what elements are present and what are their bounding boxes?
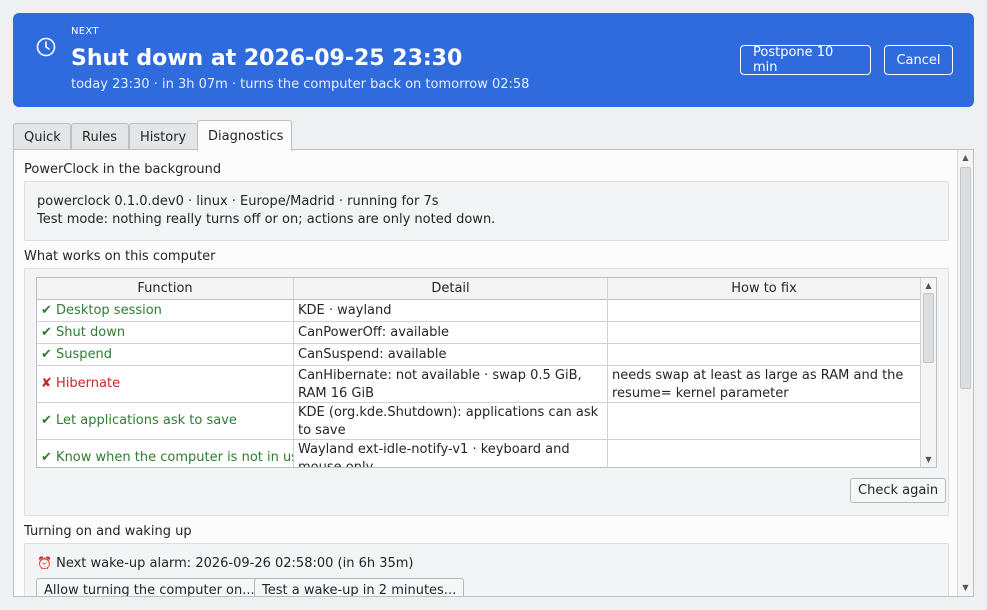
tab-history[interactable]: History [129, 123, 198, 150]
wake-box: ⏰ Next wake-up alarm: 2026-09-26 02:58:0… [24, 543, 949, 596]
function-cell: ✔ Know when the computer is not in use [37, 440, 294, 467]
table-scroll-thumb[interactable] [923, 293, 934, 363]
fix-cell [608, 322, 921, 343]
next-action-banner: NEXT Shut down at 2026-09-25 23:30 today… [13, 13, 974, 107]
scroll-down-arrow-icon[interactable]: ▼ [958, 581, 973, 595]
scroll-down-arrow-icon[interactable]: ▼ [921, 453, 936, 466]
scroll-up-arrow-icon[interactable]: ▲ [921, 279, 936, 292]
detail-cell: CanPowerOff: available [294, 322, 608, 343]
table-row[interactable]: ✔ Suspend CanSuspend: available [37, 344, 921, 366]
cancel-button[interactable]: Cancel [884, 45, 953, 75]
test-wakeup-button[interactable]: Test a wake-up in 2 minutes... [254, 578, 465, 596]
background-info-box: powerclock 0.1.0.dev0 · linux · Europe/M… [24, 181, 949, 241]
table-scrollbar[interactable]: ▲ ▼ [920, 278, 936, 467]
tab-rules[interactable]: Rules [71, 123, 129, 150]
check-again-button[interactable]: Check again [850, 478, 947, 503]
panel-scrollbar[interactable]: ▲ ▼ [957, 150, 973, 596]
check-icon: ✔ [41, 346, 52, 362]
background-section-title: PowerClock in the background [24, 162, 222, 177]
scroll-up-arrow-icon[interactable]: ▲ [958, 151, 973, 165]
fix-cell [608, 344, 921, 365]
test-mode-line: Test mode: nothing really turns off or o… [37, 212, 496, 227]
alarm-clock-icon: ⏰ [37, 556, 52, 570]
postpone-button[interactable]: Postpone 10 min [740, 45, 871, 75]
panel-scroll-thumb[interactable] [960, 167, 971, 389]
column-header-fix[interactable]: How to fix [608, 278, 921, 300]
function-cell: ✘ Hibernate [37, 366, 294, 402]
column-header-function[interactable]: Function [37, 278, 294, 300]
detail-cell: Wayland ext-idle-notify-v1 · keyboard an… [294, 440, 608, 467]
tab-quick[interactable]: Quick [13, 123, 71, 150]
column-header-detail[interactable]: Detail [294, 278, 608, 300]
banner-subtitle: today 23:30 · in 3h 07m · turns the comp… [71, 77, 530, 92]
capabilities-table[interactable]: Function Detail How to fix ✔ Desktop ses… [36, 277, 937, 468]
check-icon: ✔ [41, 413, 52, 428]
works-box: Function Detail How to fix ✔ Desktop ses… [24, 268, 949, 516]
table-header: Function Detail How to fix [37, 278, 921, 300]
check-icon: ✔ [41, 450, 52, 465]
table-row[interactable]: ✘ Hibernate CanHibernate: not available … [37, 366, 921, 403]
table-row[interactable]: ✔ Know when the computer is not in use W… [37, 440, 921, 467]
banner-kicker: NEXT [71, 26, 99, 37]
works-section-title: What works on this computer [24, 249, 216, 264]
detail-cell: KDE · wayland [294, 300, 608, 321]
function-cell: ✔ Let applications ask to save [37, 403, 294, 439]
clock-icon [36, 37, 56, 57]
fix-cell [608, 300, 921, 321]
detail-cell: CanSuspend: available [294, 344, 608, 365]
detail-cell: CanHibernate: not available · swap 0.5 G… [294, 366, 608, 402]
table-row[interactable]: ✔ Let applications ask to save KDE (org.… [37, 403, 921, 440]
fix-cell: needs swap at least as large as RAM and … [608, 366, 921, 402]
function-cell: ✔ Shut down [37, 322, 294, 343]
version-line: powerclock 0.1.0.dev0 · linux · Europe/M… [37, 194, 439, 209]
cross-icon: ✘ [41, 376, 52, 391]
function-cell: ✔ Desktop session [37, 300, 294, 321]
diagnostics-panel: PowerClock in the background powerclock … [13, 149, 974, 597]
fix-cell [608, 440, 921, 467]
wake-section-title: Turning on and waking up [24, 524, 192, 539]
table-row[interactable]: ✔ Desktop session KDE · wayland [37, 300, 921, 322]
banner-title: Shut down at 2026-09-25 23:30 [71, 46, 463, 71]
function-cell: ✔ Suspend [37, 344, 294, 365]
detail-cell: KDE (org.kde.Shutdown): applications can… [294, 403, 608, 439]
check-icon: ✔ [41, 302, 52, 318]
check-icon: ✔ [41, 324, 52, 340]
alarm-line: ⏰ Next wake-up alarm: 2026-09-26 02:58:0… [37, 556, 414, 571]
fix-cell [608, 403, 921, 439]
allow-turning-on-button[interactable]: Allow turning the computer on... [36, 578, 263, 596]
tab-diagnostics[interactable]: Diagnostics [197, 120, 292, 151]
table-row[interactable]: ✔ Shut down CanPowerOff: available [37, 322, 921, 344]
